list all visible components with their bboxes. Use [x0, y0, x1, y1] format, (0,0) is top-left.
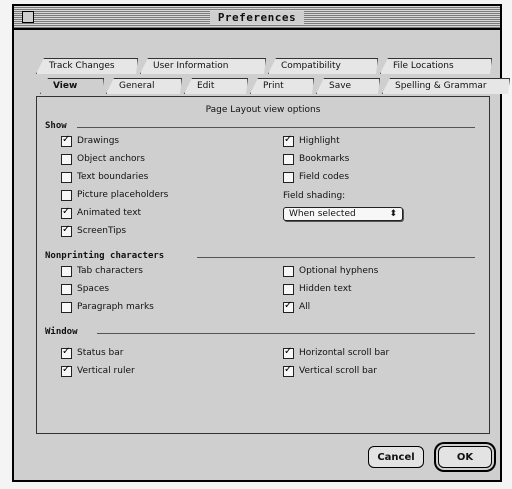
checkbox-box[interactable] [61, 189, 72, 201]
checkbox-label: Status bar [77, 348, 124, 358]
tab-user-information[interactable]: User Information [140, 58, 266, 74]
tab-row-front: View General Edit Print Save Spelling & … [40, 78, 512, 94]
checkbox-box[interactable] [283, 153, 294, 165]
checkbox-optional-hyphens[interactable]: Optional hyphens [283, 265, 378, 277]
divider [97, 333, 475, 334]
checkbox-label: Field codes [299, 172, 350, 182]
cancel-button[interactable]: Cancel [368, 446, 424, 468]
checkbox-label: Optional hyphens [299, 266, 379, 276]
checkbox-label: Text boundaries [77, 172, 149, 182]
checkbox-label: Paragraph marks [77, 302, 154, 312]
checkbox-box[interactable] [61, 283, 72, 295]
checkbox-box[interactable] [61, 224, 72, 237]
divider [77, 127, 475, 128]
checkbox-spaces[interactable]: Spaces [61, 283, 109, 295]
checkbox-box[interactable] [283, 283, 294, 295]
checkbox-label: Vertical ruler [77, 366, 135, 376]
checkbox-box[interactable] [61, 134, 72, 147]
checkbox-box[interactable] [283, 171, 294, 183]
updown-arrows-icon: ⬍ [389, 209, 397, 219]
checkbox-box[interactable] [61, 301, 72, 313]
checkbox-box[interactable] [61, 265, 72, 277]
checkbox-label: Animated text [77, 208, 142, 218]
checkbox-box[interactable] [61, 206, 72, 219]
divider [197, 257, 475, 258]
checkbox-label: Highlight [299, 136, 340, 146]
checkbox-label: Bookmarks [299, 154, 350, 164]
checkbox-status-bar[interactable]: Status bar [61, 346, 124, 359]
checkbox-vertical-ruler[interactable]: Vertical ruler [61, 364, 135, 377]
tab-row-back: Track Changes User Information Compatibi… [36, 58, 494, 74]
ok-button[interactable]: OK [438, 446, 492, 468]
checkbox-paragraph-marks[interactable]: Paragraph marks [61, 301, 154, 313]
checkbox-tab-characters[interactable]: Tab characters [61, 265, 143, 277]
checkbox-box[interactable] [283, 364, 294, 377]
checkbox-box[interactable] [61, 153, 72, 165]
window-group-title: Window [45, 327, 78, 337]
tab-track-changes[interactable]: Track Changes [36, 58, 138, 74]
tab-file-locations[interactable]: File Locations [380, 58, 492, 74]
close-box[interactable] [22, 11, 34, 23]
tab-compatibility[interactable]: Compatibility [268, 58, 378, 74]
checkbox-bookmarks[interactable]: Bookmarks [283, 153, 349, 165]
checkbox-animated-text[interactable]: Animated text [61, 206, 142, 219]
preferences-window: Preferences Track Changes User Informati… [12, 4, 502, 482]
tab-general[interactable]: General [106, 78, 182, 94]
checkbox-box[interactable] [61, 346, 72, 359]
checkbox-hidden-text[interactable]: Hidden text [283, 283, 352, 295]
checkbox-label: Hidden text [299, 284, 352, 294]
view-panel: Page Layout view options Show Drawings O… [36, 96, 490, 434]
checkbox-text-boundaries[interactable]: Text boundaries [61, 171, 148, 183]
show-group-title: Show [45, 121, 67, 131]
checkbox-label: Picture placeholders [77, 190, 169, 200]
checkbox-horizontal-scroll-bar[interactable]: Horizontal scroll bar [283, 346, 390, 359]
checkbox-box[interactable] [283, 346, 294, 359]
checkbox-label: Vertical scroll bar [299, 366, 377, 376]
tab-view[interactable]: View [40, 78, 104, 94]
checkbox-label: Object anchors [77, 154, 145, 164]
checkbox-label: Drawings [77, 136, 120, 146]
tab-spelling-grammar[interactable]: Spelling & Grammar [382, 78, 510, 94]
title-bar[interactable]: Preferences [14, 6, 500, 30]
checkbox-box[interactable] [283, 134, 294, 147]
checkbox-screentips[interactable]: ScreenTips [61, 224, 127, 237]
tab-edit[interactable]: Edit [184, 78, 248, 94]
checkbox-object-anchors[interactable]: Object anchors [61, 153, 145, 165]
checkbox-box[interactable] [283, 300, 294, 313]
field-shading-label: Field shading: [283, 191, 346, 201]
checkbox-box[interactable] [283, 265, 294, 277]
field-shading-value: When selected [289, 209, 356, 219]
checkbox-label: Tab characters [77, 266, 143, 276]
checkbox-label: Horizontal scroll bar [299, 348, 390, 358]
checkbox-label: All [299, 302, 311, 312]
checkbox-box[interactable] [61, 364, 72, 377]
checkbox-all[interactable]: All [283, 300, 311, 313]
checkbox-vertical-scroll-bar[interactable]: Vertical scroll bar [283, 364, 377, 377]
tab-save[interactable]: Save [316, 78, 380, 94]
panel-caption: Page Layout view options [205, 105, 321, 115]
checkbox-highlight[interactable]: Highlight [283, 134, 340, 147]
window-title: Preferences [209, 10, 305, 24]
field-shading-select[interactable]: When selected ⬍ [283, 207, 403, 221]
checkbox-field-codes[interactable]: Field codes [283, 171, 349, 183]
checkbox-label: ScreenTips [77, 226, 127, 236]
tab-print[interactable]: Print [250, 78, 314, 94]
checkbox-label: Spaces [77, 284, 110, 294]
checkbox-picture-placeholders[interactable]: Picture placeholders [61, 189, 168, 201]
nonprinting-group-title: Nonprinting characters [45, 251, 165, 261]
checkbox-drawings[interactable]: Drawings [61, 134, 120, 147]
checkbox-box[interactable] [61, 171, 72, 183]
